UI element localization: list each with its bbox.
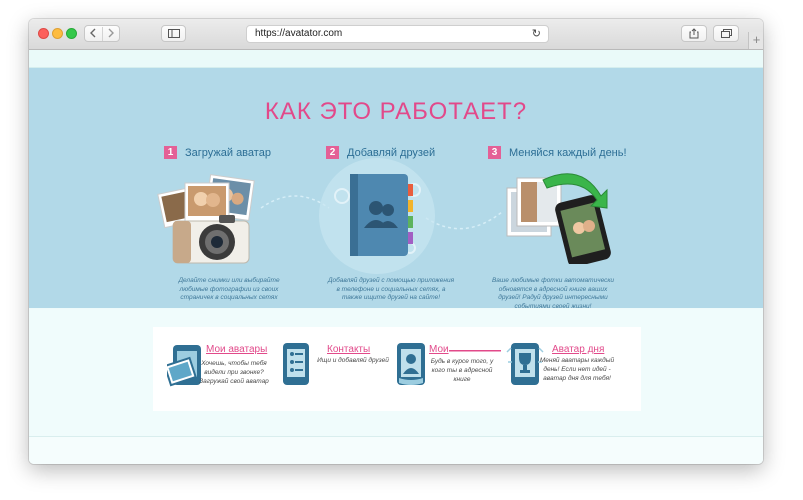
- tabs-icon: [720, 29, 732, 38]
- share-icon: [689, 28, 699, 39]
- forward-button[interactable]: [103, 27, 120, 41]
- chevron-right-icon: [108, 28, 114, 37]
- feature-desc-contacts: Ищи и добавляй друзей: [317, 357, 389, 364]
- who-has-me-icon: [397, 343, 425, 385]
- camera-photos-illustration: [157, 174, 255, 264]
- chevron-left-icon: [90, 28, 96, 37]
- web-page: КАК ЭТО РАБОТАЕТ? 1 Загружай аватар 2 До…: [29, 50, 763, 464]
- contacts-icon: [283, 343, 309, 385]
- step-number: 3: [488, 146, 501, 159]
- phone-swap-illustration: [506, 173, 611, 264]
- close-window-button[interactable]: [38, 28, 49, 39]
- zoom-window-button[interactable]: [66, 28, 77, 39]
- step-1-description: Делайте снимки или выбирайте любимые фот…: [178, 277, 280, 301]
- url-text: https://avatator.com: [255, 28, 343, 39]
- step-label: Загружай аватар: [185, 146, 271, 159]
- feature-desc-my-avatars: Хочешь, чтобы тебя видели при звонке? За…: [199, 360, 269, 385]
- feature-link-contacts[interactable]: Контакты: [327, 344, 370, 355]
- new-tab-button[interactable]: +: [748, 32, 763, 49]
- title-overlay-line: [449, 350, 501, 352]
- step-label: Меняйся каждый день!: [509, 146, 627, 159]
- sidebar-button[interactable]: [161, 25, 186, 42]
- step-3-description: Ваше любимые фотки автоматически обновят…: [491, 277, 615, 310]
- step-number: 1: [164, 146, 177, 159]
- feature-desc-who-has-me: Будь в курсе того, у кого ты в адресной …: [430, 358, 494, 383]
- page-footer-band: [29, 436, 763, 464]
- reload-icon[interactable]: ↻: [532, 27, 541, 40]
- tabs-overview-button[interactable]: [713, 25, 739, 42]
- browser-window: https://avatator.com ↻ + КАК ЭТО РАБОТАЕ…: [29, 19, 763, 464]
- feature-link-my-avatars[interactable]: Мои аватары: [206, 344, 267, 355]
- minimize-window-button[interactable]: [52, 28, 63, 39]
- features-section: Мои аватары Хочешь, чтобы тебя видели пр…: [29, 309, 763, 436]
- nav-buttons: [84, 25, 120, 42]
- how-it-works-section: КАК ЭТО РАБОТАЕТ? 1 Загружай аватар 2 До…: [29, 68, 763, 310]
- step-1: 1 Загружай аватар: [164, 146, 271, 159]
- section-title: КАК ЭТО РАБОТАЕТ?: [264, 98, 528, 125]
- browser-toolbar: https://avatator.com ↻ +: [29, 19, 763, 50]
- step-2-description: Добавляй друзей с помощью приложения в т…: [327, 277, 455, 301]
- address-bar[interactable]: https://avatator.com ↻: [246, 25, 549, 43]
- share-button[interactable]: [681, 25, 707, 42]
- feature-link-avatar-of-day[interactable]: Аватар дня: [552, 344, 604, 355]
- feature-link-who-has-me[interactable]: Мои: [429, 344, 449, 355]
- back-button[interactable]: [85, 26, 103, 41]
- sidebar-icon: [167, 29, 180, 38]
- site-header-band: [29, 50, 763, 68]
- address-book-illustration: [319, 158, 435, 274]
- feature-desc-avatar-of-day: Меняй аватары каждый день! Если нет идей…: [539, 357, 615, 382]
- step-3: 3 Меняйся каждый день!: [488, 146, 627, 159]
